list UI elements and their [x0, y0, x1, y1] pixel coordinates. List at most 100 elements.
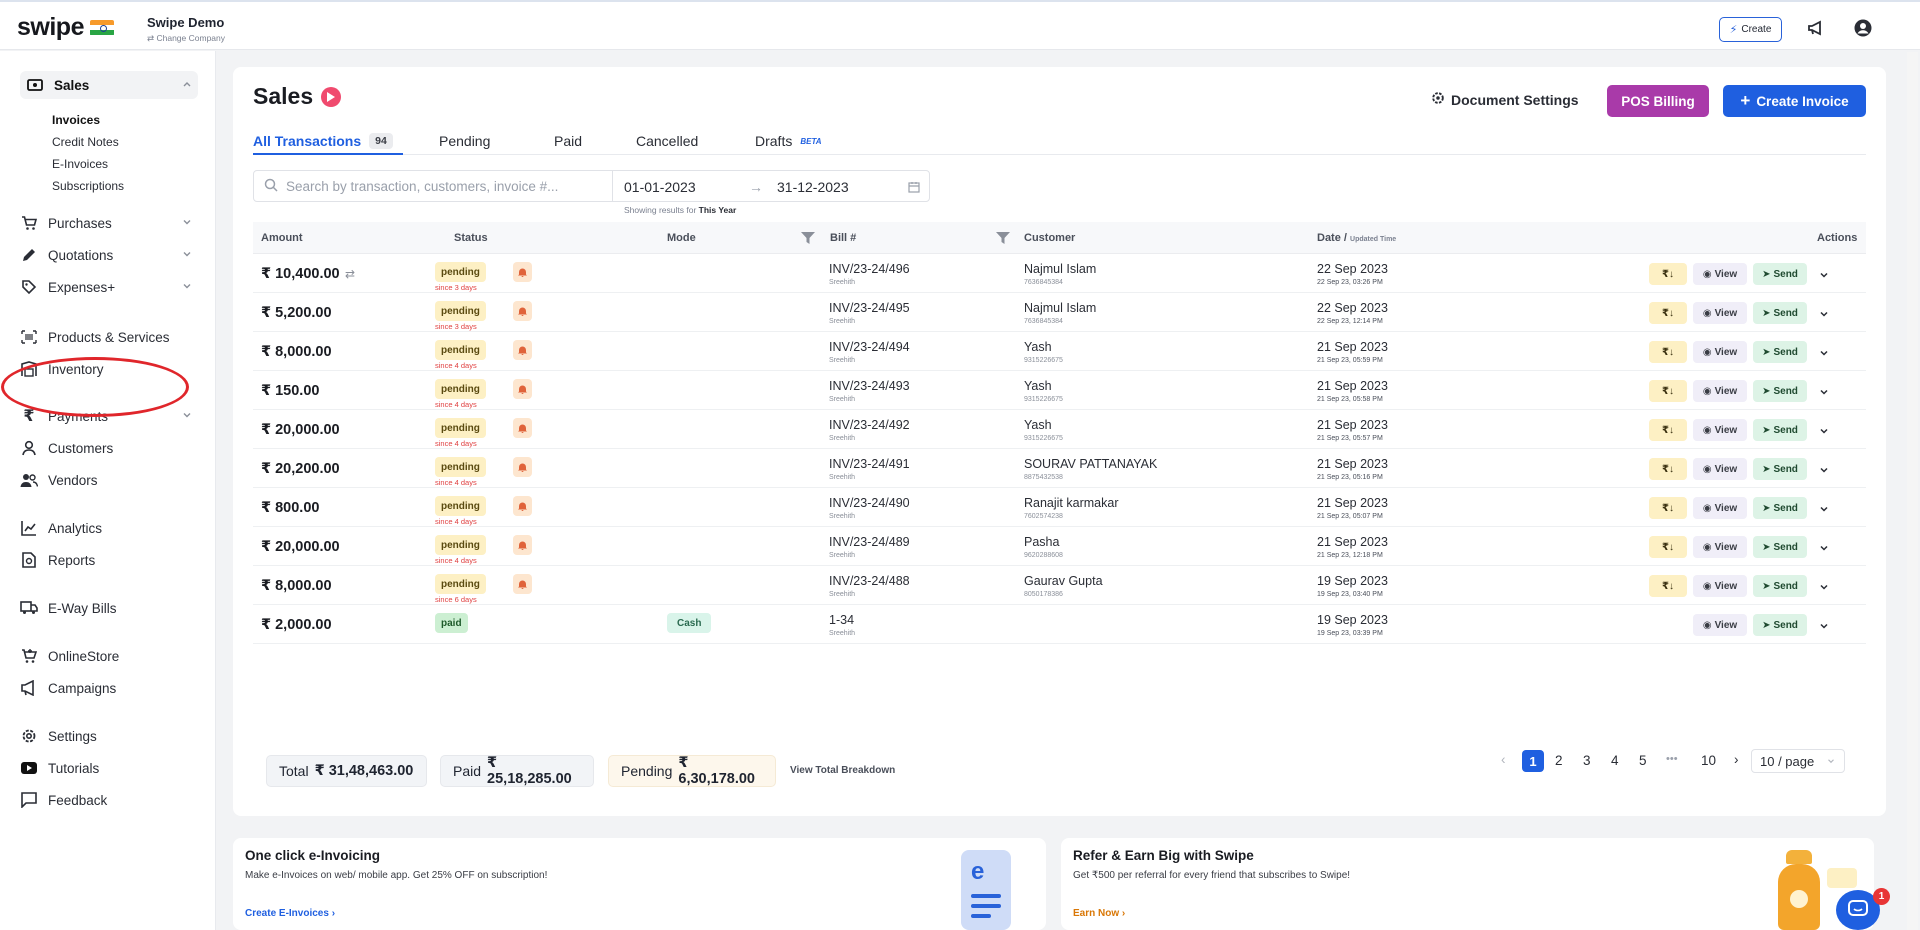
- page-4-button[interactable]: 4: [1611, 753, 1619, 768]
- sidebar-item-purchases[interactable]: Purchases: [20, 209, 198, 237]
- megaphone-icon[interactable]: [1805, 17, 1827, 39]
- search-input[interactable]: Search by transaction, customers, invoic…: [253, 170, 613, 202]
- customer-name[interactable]: Gaurav Gupta: [1024, 574, 1103, 588]
- send-button[interactable]: ➤ Send: [1753, 302, 1807, 324]
- column-customer[interactable]: Customer: [1024, 232, 1075, 244]
- view-button[interactable]: ◉ View: [1693, 419, 1747, 441]
- table-row[interactable]: ₹ 2,000.00 paid Cash 1-34 Sreehith 19 Sep 202…: [253, 605, 1866, 644]
- bill-number[interactable]: INV/23-24/495: [829, 301, 910, 315]
- send-button[interactable]: ➤ Send: [1753, 536, 1807, 558]
- view-button[interactable]: ◉ View: [1693, 263, 1747, 285]
- column-mode[interactable]: Mode: [667, 232, 696, 244]
- view-button[interactable]: ◉ View: [1693, 536, 1747, 558]
- page-2-button[interactable]: 2: [1555, 753, 1563, 768]
- bill-number[interactable]: INV/23-24/488: [829, 574, 910, 588]
- bill-number[interactable]: INV/23-24/490: [829, 496, 910, 510]
- reminder-bell-icon[interactable]: [513, 418, 532, 438]
- column-status[interactable]: Status: [454, 232, 488, 244]
- record-payment-button[interactable]: ₹↓: [1649, 380, 1687, 402]
- record-payment-button[interactable]: ₹↓: [1649, 263, 1687, 285]
- bill-number[interactable]: INV/23-24/496: [829, 262, 910, 276]
- sidebar-sub-e-invoices[interactable]: E-Invoices: [52, 157, 108, 171]
- swipe-logo[interactable]: swipe: [17, 13, 114, 42]
- customer-name[interactable]: Pasha: [1024, 535, 1059, 549]
- view-button[interactable]: ◉ View: [1693, 497, 1747, 519]
- view-button[interactable]: ◉ View: [1693, 341, 1747, 363]
- sidebar-item-reports[interactable]: Reports: [20, 546, 198, 574]
- table-row[interactable]: ₹ 20,000.00 pending since 4 days INV/23-24/…: [253, 410, 1866, 449]
- page-3-button[interactable]: 3: [1583, 753, 1591, 768]
- record-payment-button[interactable]: ₹↓: [1649, 302, 1687, 324]
- reminder-bell-icon[interactable]: [513, 457, 532, 477]
- customer-name[interactable]: Yash: [1024, 340, 1052, 354]
- tab-pending[interactable]: Pending: [439, 133, 490, 149]
- chevron-down-icon[interactable]: [1818, 502, 1830, 514]
- next-page-icon[interactable]: ›: [1734, 752, 1739, 767]
- chevron-down-icon[interactable]: [1818, 268, 1830, 280]
- page-1-button[interactable]: 1: [1522, 750, 1544, 772]
- tab-paid[interactable]: Paid: [554, 133, 582, 149]
- earn-now-link[interactable]: Earn Now ›: [1073, 908, 1125, 919]
- customer-name[interactable]: SOURAV PATTANAYAK: [1024, 457, 1157, 471]
- sidebar-item-sales[interactable]: Sales: [20, 71, 198, 99]
- record-payment-button[interactable]: ₹↓: [1649, 536, 1687, 558]
- chevron-down-icon[interactable]: [1818, 619, 1830, 631]
- reminder-bell-icon[interactable]: [513, 340, 532, 360]
- table-row[interactable]: ₹ 8,000.00 pending since 4 days INV/23-24/4…: [253, 332, 1866, 371]
- pos-billing-button[interactable]: POS Billing: [1607, 85, 1709, 117]
- sidebar-item-customers[interactable]: Customers: [20, 434, 198, 462]
- page-5-button[interactable]: 5: [1639, 753, 1647, 768]
- sidebar-sub-invoices[interactable]: Invoices: [52, 113, 100, 127]
- bill-number[interactable]: INV/23-24/493: [829, 379, 910, 393]
- page-size-select[interactable]: 10 / page: [1751, 749, 1845, 773]
- table-row[interactable]: ₹ 20,200.00 pending since 4 days INV/23-24/…: [253, 449, 1866, 488]
- create-invoice-button[interactable]: + Create Invoice: [1723, 85, 1866, 117]
- bill-number[interactable]: INV/23-24/489: [829, 535, 910, 549]
- bill-number[interactable]: INV/23-24/491: [829, 457, 910, 471]
- date-to[interactable]: 31-12-2023: [777, 179, 849, 195]
- date-from[interactable]: 01-01-2023: [624, 179, 696, 195]
- user-avatar-icon[interactable]: [1852, 17, 1874, 39]
- prev-page-icon[interactable]: ‹: [1501, 752, 1506, 767]
- play-video-icon[interactable]: [321, 86, 342, 107]
- page-scrollbar[interactable]: [1907, 52, 1918, 930]
- filter-icon[interactable]: [801, 231, 815, 244]
- sidebar-sub-credit-notes[interactable]: Credit Notes: [52, 135, 119, 149]
- send-button[interactable]: ➤ Send: [1753, 419, 1807, 441]
- customer-name[interactable]: Yash: [1024, 379, 1052, 393]
- sidebar-item-expenses[interactable]: Expenses+: [20, 273, 198, 301]
- bill-number[interactable]: INV/23-24/492: [829, 418, 910, 432]
- view-button[interactable]: ◉ View: [1693, 614, 1747, 636]
- table-row[interactable]: ₹ 5,200.00 pending since 3 days INV/23-24/4…: [253, 293, 1866, 332]
- view-total-breakdown-link[interactable]: View Total Breakdown: [790, 765, 895, 776]
- send-button[interactable]: ➤ Send: [1753, 614, 1807, 636]
- view-button[interactable]: ◉ View: [1693, 302, 1747, 324]
- filter-icon[interactable]: [996, 231, 1010, 244]
- chevron-down-icon[interactable]: [1818, 541, 1830, 553]
- reminder-bell-icon[interactable]: [513, 535, 532, 555]
- sidebar-item-vendors[interactable]: Vendors: [20, 466, 198, 494]
- table-row[interactable]: ₹ 150.00 pending since 4 days INV/23-24/493…: [253, 371, 1866, 410]
- chevron-down-icon[interactable]: [1818, 424, 1830, 436]
- record-payment-button[interactable]: ₹↓: [1649, 341, 1687, 363]
- customer-name[interactable]: Najmul Islam: [1024, 301, 1096, 315]
- send-button[interactable]: ➤ Send: [1753, 341, 1807, 363]
- send-button[interactable]: ➤ Send: [1753, 575, 1807, 597]
- table-row[interactable]: ₹ 800.00 pending since 4 days INV/23-24/490…: [253, 488, 1866, 527]
- date-range-picker[interactable]: 01-01-2023 → 31-12-2023: [612, 170, 930, 202]
- document-settings-button[interactable]: Document Settings: [1431, 91, 1579, 108]
- sidebar-item-tutorials[interactable]: Tutorials: [20, 754, 198, 782]
- tab-drafts[interactable]: Drafts BETA: [755, 133, 822, 149]
- send-button[interactable]: ➤ Send: [1753, 263, 1807, 285]
- send-button[interactable]: ➤ Send: [1753, 380, 1807, 402]
- tab-all-transactions[interactable]: All Transactions 94: [253, 133, 393, 149]
- view-button[interactable]: ◉ View: [1693, 575, 1747, 597]
- reminder-bell-icon[interactable]: [513, 379, 532, 399]
- chevron-down-icon[interactable]: [1818, 385, 1830, 397]
- view-button[interactable]: ◉ View: [1693, 380, 1747, 402]
- chevron-down-icon[interactable]: [1818, 463, 1830, 475]
- bill-number[interactable]: 1-34: [829, 613, 854, 627]
- sidebar-item-onlinestore[interactable]: OnlineStore: [20, 642, 198, 670]
- column-bill[interactable]: Bill #: [830, 232, 856, 244]
- sidebar-item-feedback[interactable]: Feedback: [20, 786, 198, 814]
